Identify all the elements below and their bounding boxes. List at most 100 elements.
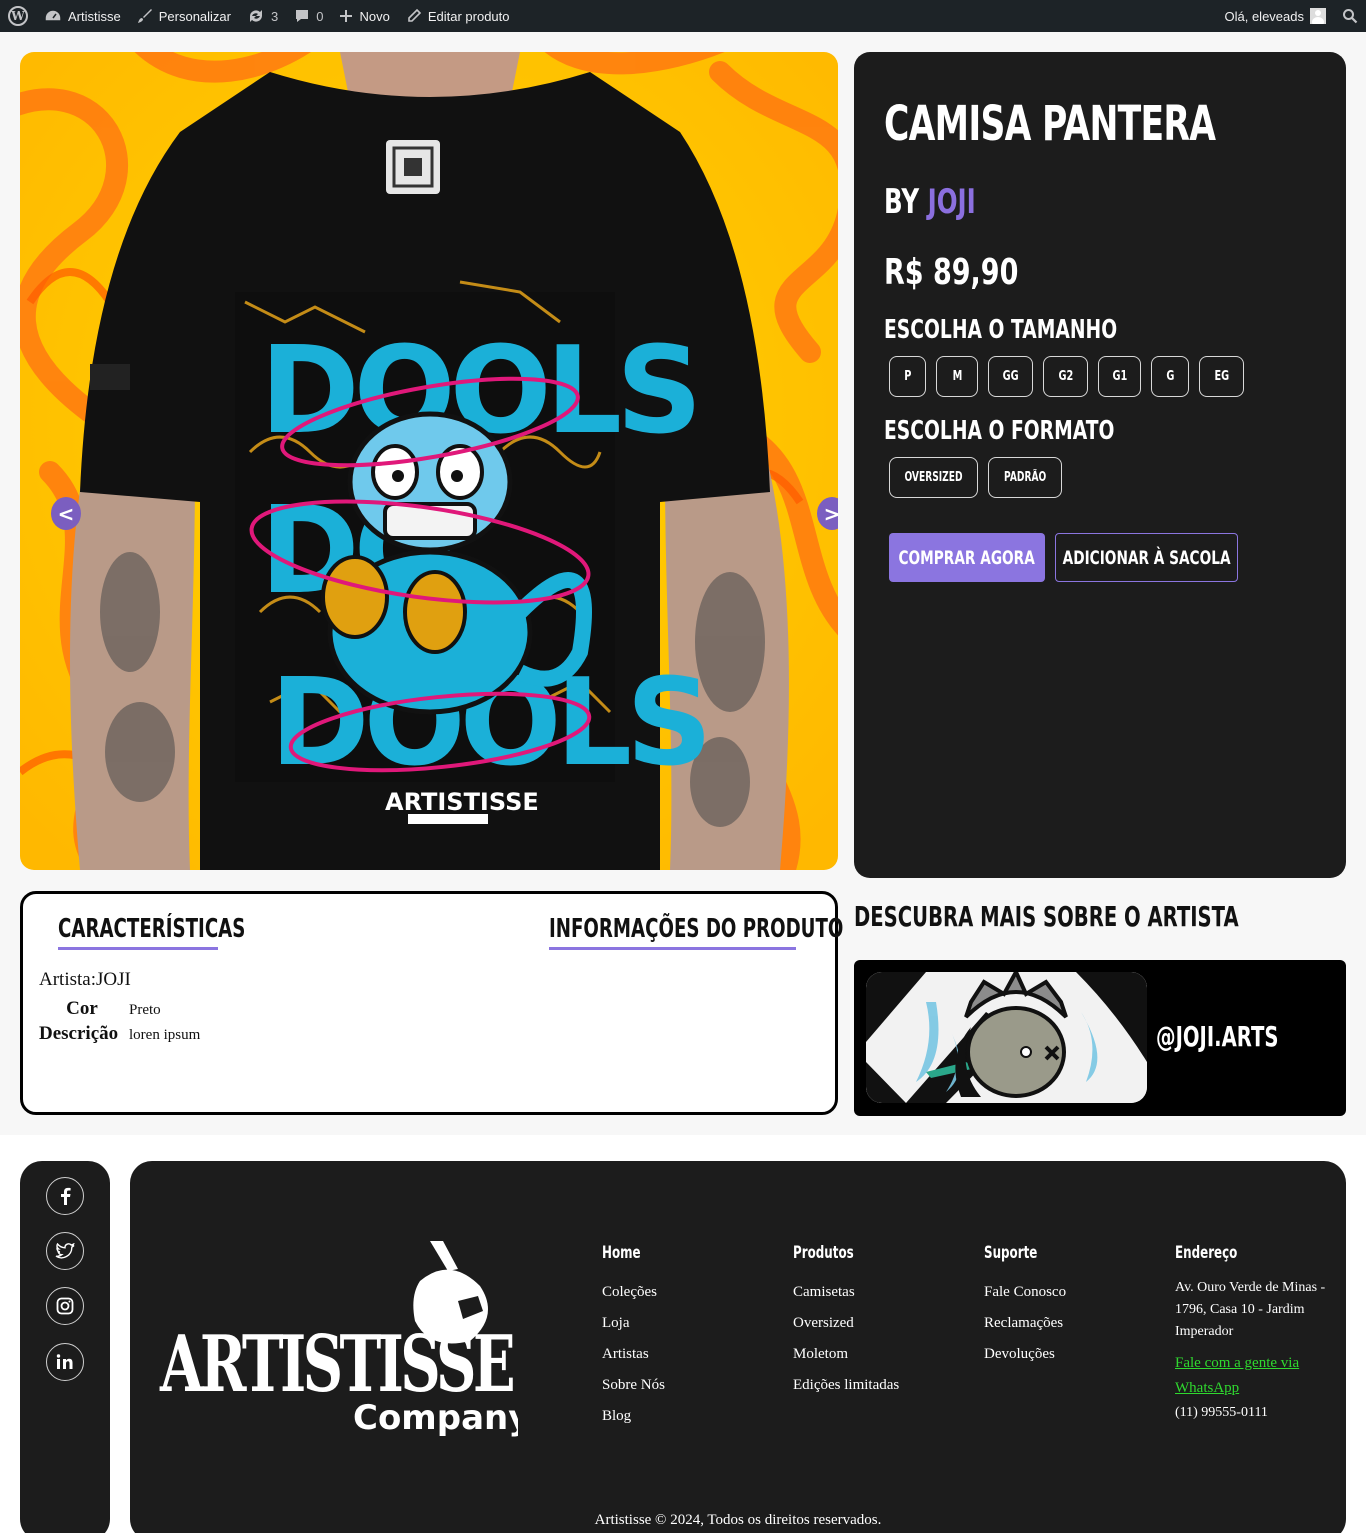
format-label: ESCOLHA O FORMATO (884, 416, 1115, 446)
plus-icon (340, 10, 353, 22)
tab-product-info[interactable]: INFORMAÇÕES DO PRODUTO (549, 914, 843, 950)
artist-card[interactable]: @JOJI.ARTS (854, 960, 1346, 1116)
product-panel: CAMISA PANTERA BY JOJI R$ 89,90 ESCOLHA … (854, 52, 1346, 878)
size-option-g[interactable]: G (1151, 356, 1189, 397)
footer-link[interactable]: Oversized (793, 1308, 899, 1339)
customize-label: Personalizar (158, 8, 231, 24)
twitter-icon[interactable] (46, 1232, 84, 1270)
artist-banner-image (866, 972, 1147, 1103)
updates-count: 3 (271, 8, 279, 24)
spec-value: loren ipsum (129, 1027, 201, 1043)
new-content-link[interactable]: Novo (331, 0, 397, 32)
account-menu[interactable]: Olá, eleveads (1217, 0, 1335, 32)
format-option-oversized[interactable]: OVERSIZED (889, 457, 978, 498)
footer-logo[interactable]: ARTISTISSE Company (158, 1241, 530, 1441)
edit-product-label: Editar produto (427, 8, 510, 24)
admin-search-button[interactable] (1334, 0, 1366, 32)
purchase-actions: COMPRAR AGORA ADICIONAR À SACOLA (889, 533, 1238, 582)
footer-link[interactable]: Reclamações (984, 1308, 1066, 1339)
footer-link[interactable]: Fale Conosco (984, 1277, 1066, 1308)
footer-column-title[interactable]: Home (602, 1243, 646, 1263)
spec-table: Cor Preto Descrição loren ipsum (39, 998, 200, 1048)
product-gallery: DOOLS DO DOOLS ARTISTISSE < > (20, 52, 838, 870)
footer-column-suporte: Suporte Fale Conosco Reclamações Devoluç… (984, 1243, 1066, 1370)
footer-column-home: Home Coleções Loja Artistas Sobre Nós Bl… (602, 1243, 665, 1432)
size-option-label: GG (1002, 369, 1019, 384)
copyright: Artistisse © 2024, Todos os direitos res… (594, 1512, 882, 1528)
artist-link[interactable]: JOJI (928, 182, 976, 222)
comment-icon (296, 10, 309, 22)
user-avatar (1310, 8, 1326, 24)
logo-wordmark: ARTISTISSE (159, 1319, 513, 1410)
footer-link[interactable]: Blog (602, 1401, 665, 1432)
facebook-icon[interactable] (46, 1177, 84, 1215)
add-to-bag-label: ADICIONAR À SACOLA (1062, 546, 1231, 569)
footer-link[interactable]: Coleções (602, 1277, 665, 1308)
size-option-label: EG (1214, 369, 1229, 384)
wordpress-logo-icon: W (8, 6, 28, 26)
new-label: Novo (359, 8, 390, 24)
search-icon (1343, 9, 1358, 24)
product-artist-line: BY JOJI (884, 182, 976, 222)
size-option-eg[interactable]: EG (1199, 356, 1244, 397)
buy-now-label: COMPRAR AGORA (898, 546, 1036, 569)
site-name-label: Artistisse (68, 8, 121, 24)
dashboard-icon (44, 9, 62, 22)
footer-link[interactable]: Loja (602, 1308, 665, 1339)
footer-column-title[interactable]: Suporte (984, 1243, 1041, 1263)
spec-value: Preto (129, 1002, 161, 1018)
tab-product-info-label: INFORMAÇÕES DO PRODUTO (549, 914, 844, 944)
svg-text:ARTISTISSE: ARTISTISSE (385, 788, 539, 816)
footer-column-endereco: Endereço Av. Ouro Verde de Minas - 1796,… (1175, 1243, 1335, 1421)
pencil-icon (408, 8, 421, 22)
artist-section-heading: DESCUBRA MAIS SOBRE O ARTISTA (854, 900, 1239, 933)
customize-link[interactable]: Personalizar (129, 0, 239, 32)
comments-link[interactable]: 0 (286, 0, 331, 32)
account-greeting: Olá, eleveads (1224, 8, 1305, 24)
footer-link[interactable]: Edições limitadas (793, 1370, 899, 1401)
footer-link[interactable]: Moletom (793, 1339, 899, 1370)
footer-link[interactable]: Artistas (602, 1339, 665, 1370)
artist-handle-link[interactable]: @JOJI.ARTS (1156, 1020, 1278, 1053)
brush-icon (137, 9, 152, 23)
site-name-link[interactable]: Artistisse (36, 0, 129, 32)
whatsapp-link[interactable]: Fale com a gente via WhatsApp (1175, 1351, 1335, 1401)
footer-column-title[interactable]: Produtos (793, 1243, 867, 1263)
footer-link[interactable]: Devoluções (984, 1339, 1066, 1370)
size-options: P M GG G2 G1 G EG (889, 356, 1244, 397)
size-option-gg[interactable]: GG (988, 356, 1033, 397)
product-image: DOOLS DO DOOLS ARTISTISSE (20, 52, 838, 870)
footer: ARTISTISSE Company Home Coleções Loja Ar… (130, 1161, 1346, 1533)
updates-icon (250, 10, 262, 22)
footer-column-title: Endereço (1175, 1243, 1238, 1263)
spec-row: Descrição loren ipsum (39, 1023, 200, 1048)
updates-link[interactable]: 3 (239, 0, 286, 32)
format-options: OVERSIZED PADRÃO (889, 457, 1062, 498)
size-option-g2[interactable]: G2 (1043, 356, 1088, 397)
logo-subtitle: Company (353, 1398, 518, 1438)
linkedin-icon[interactable] (46, 1343, 84, 1381)
product-price: R$ 89,90 (884, 252, 1019, 293)
artist-attribute: Artista:JOJI (39, 969, 131, 990)
size-option-label: G (1165, 369, 1174, 384)
footer-address: Av. Ouro Verde de Minas - 1796, Casa 10 … (1175, 1280, 1326, 1339)
buy-now-button[interactable]: COMPRAR AGORA (889, 533, 1045, 582)
instagram-icon[interactable] (46, 1287, 84, 1325)
add-to-bag-button[interactable]: ADICIONAR À SACOLA (1055, 533, 1238, 582)
format-option-padrao[interactable]: PADRÃO (988, 457, 1062, 498)
size-label: ESCOLHA O TAMANHO (884, 315, 1118, 345)
size-option-g1[interactable]: G1 (1098, 356, 1141, 397)
size-option-p[interactable]: P (889, 356, 926, 397)
wordpress-menu[interactable]: W (0, 0, 36, 32)
edit-product-link[interactable]: Editar produto (398, 0, 518, 32)
spec-key: Cor (66, 998, 98, 1019)
footer-link[interactable]: Camisetas (793, 1277, 899, 1308)
footer-phone: (11) 99555-0111 (1175, 1405, 1268, 1420)
gallery-prev-button[interactable]: < (51, 497, 81, 530)
footer-column-produtos: Produtos Camisetas Oversized Moletom Edi… (793, 1243, 899, 1401)
social-links (20, 1161, 110, 1533)
size-option-m[interactable]: M (936, 356, 978, 397)
tab-features[interactable]: CARACTERÍSTICAS (58, 914, 245, 950)
comments-count: 0 (316, 8, 324, 24)
footer-link[interactable]: Sobre Nós (602, 1370, 665, 1401)
